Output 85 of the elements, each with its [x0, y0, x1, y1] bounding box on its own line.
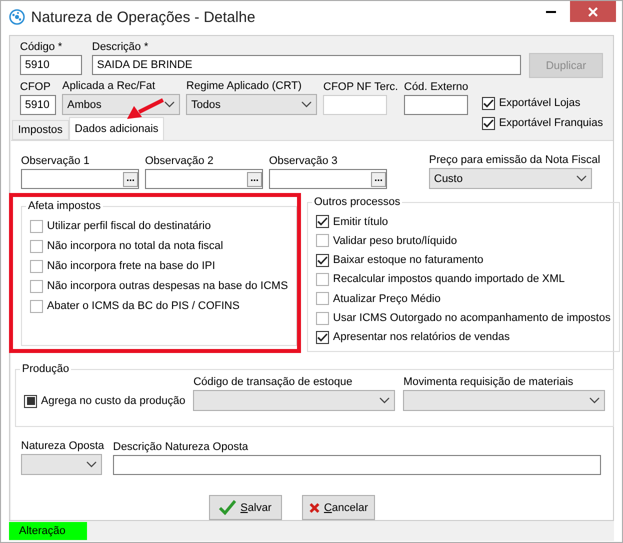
checkbox-label: Usar ICMS Outorgado no acompanhamento de impostos: [333, 311, 611, 326]
field-label: Aplicada a Rec/Fat: [62, 79, 156, 93]
save-button[interactable]: Salvar: [209, 495, 282, 520]
field-label: Código *: [20, 40, 64, 54]
tab[interactable]: Dados adicionais: [68, 117, 164, 140]
chevron-icon: [86, 461, 97, 468]
arrow-drawing: [125, 98, 165, 120]
close-button[interactable]: [570, 1, 616, 22]
dropdown[interactable]: Custo: [429, 168, 592, 189]
dropdown[interactable]: [193, 390, 396, 411]
checkbox[interactable]: [30, 260, 43, 272]
window-title: Natureza de Operações - Detalhe: [31, 8, 256, 26]
checkbox-label: Utilizar perfil fiscal do destinatário: [47, 219, 211, 233]
code-field[interactable]: 5910: [20, 55, 82, 75]
field-label: Observação 1: [21, 154, 90, 168]
checkbox[interactable]: [24, 394, 37, 408]
field-label: Natureza Oposta: [21, 439, 106, 453]
checkbox-label: Atualizar Preço Médio: [333, 292, 441, 306]
group-title: Afeta impostos: [27, 200, 102, 212]
checkbox[interactable]: [316, 234, 329, 248]
checkbox-label: Recalcular impostos quando importado de XML: [333, 272, 565, 286]
cancel-button[interactable]: Cancelar: [302, 495, 375, 520]
checkbox[interactable]: [316, 312, 329, 325]
dropdown[interactable]: Ambos: [62, 94, 180, 115]
dropdown[interactable]: [21, 454, 102, 475]
checkbox[interactable]: [30, 240, 43, 252]
field-label: Observação 2: [145, 154, 214, 168]
chevron-icon: [301, 101, 312, 108]
chevron-icon: [164, 101, 176, 108]
checkbox-label: Baixar estoque no faturamento: [333, 253, 484, 268]
checkbox-label: Agrega no custo da produção: [41, 394, 186, 408]
checkbox-label: Apresentar nos relatórios de vendas: [333, 330, 510, 344]
checkbox[interactable]: [316, 272, 329, 286]
chevron-icon: [379, 397, 390, 404]
group-title: Outros processos: [313, 196, 402, 208]
checkbox[interactable]: [316, 215, 329, 228]
checkbox-label: Não incorpora frete na base do IPI: [47, 259, 216, 273]
dropdown[interactable]: [403, 390, 606, 411]
checkbox[interactable]: [316, 292, 329, 306]
minimize-icon: [546, 10, 556, 13]
close-icon: [588, 6, 598, 16]
observation-field[interactable]: ...: [21, 169, 139, 189]
checkbox-label: Exportável Franquias: [499, 116, 603, 130]
field-label: CFOP: [20, 80, 52, 94]
field-label: Cód. Externo: [404, 80, 468, 94]
observation-field[interactable]: ...: [145, 169, 263, 189]
field-label: Regime Aplicado (CRT): [186, 79, 303, 93]
cross-icon: [309, 500, 320, 514]
field-label: Código de transação de estoque: [193, 375, 354, 389]
observation-field[interactable]: ...: [269, 169, 387, 189]
input-field[interactable]: [404, 95, 468, 115]
tab[interactable]: Impostos: [12, 120, 69, 140]
ellipsis-button[interactable]: ...: [371, 172, 386, 186]
cfop-field[interactable]: 5910: [20, 95, 56, 115]
ellipsis-button[interactable]: ...: [123, 172, 138, 186]
field-label: Descrição Natureza Oposta: [113, 440, 250, 454]
field-label: Preço para emissão da Nota Fiscal: [429, 153, 602, 167]
chevron-icon: [589, 397, 600, 404]
checkbox[interactable]: [482, 116, 496, 130]
checkbox[interactable]: [482, 96, 496, 110]
field-label: Movimenta requisição de materiais: [403, 375, 574, 389]
checkbox[interactable]: [316, 254, 329, 267]
checkbox[interactable]: [30, 220, 43, 232]
chevron-icon: [576, 175, 587, 182]
field-label: Descrição *: [92, 40, 150, 54]
input-field[interactable]: [323, 95, 388, 115]
checkbox-label: Validar peso bruto/líquido: [333, 234, 457, 248]
dropdown[interactable]: Todos: [186, 94, 318, 115]
field-label: CFOP NF Terc.: [323, 80, 398, 94]
input-field[interactable]: [113, 455, 601, 475]
checkbox[interactable]: [30, 280, 43, 292]
checkbox-label: Não incorpora no total da nota fiscal: [47, 239, 224, 253]
checkbox[interactable]: [316, 330, 329, 344]
checkmark-icon: [219, 500, 236, 515]
checkbox[interactable]: [30, 300, 43, 312]
group-title: Produção: [21, 363, 70, 375]
description-field[interactable]: SAIDA DE BRINDE: [92, 55, 521, 75]
checkbox-label: Abater o ICMS da BC do PIS / COFINS: [47, 299, 240, 313]
ellipsis-button[interactable]: ...: [247, 172, 262, 186]
app-logo-icon: [9, 9, 25, 25]
checkbox-label: Emitir título: [333, 214, 388, 229]
checkbox-label: Exportável Lojas: [499, 96, 580, 110]
field-label: Observação 3: [269, 154, 338, 168]
checkbox-label: Não incorpora outras despesas na base do ICMS: [47, 279, 288, 293]
status-text: Alteração: [9, 522, 87, 540]
